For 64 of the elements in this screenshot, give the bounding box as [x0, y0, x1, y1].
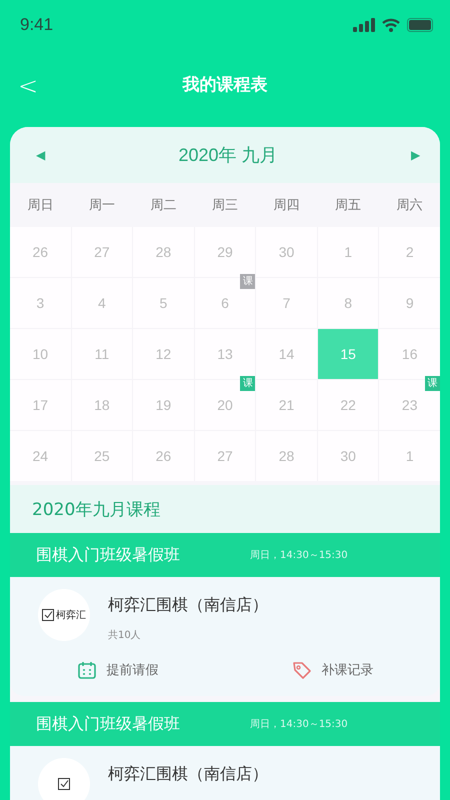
calendar-day[interactable]: 18	[72, 380, 132, 430]
page-title: 我的课程表	[182, 74, 268, 96]
class-name: 围棋入门班级暑假班	[36, 714, 180, 734]
previous-month-button[interactable]: ◀	[34, 146, 47, 164]
calendar-day[interactable]: 27	[194, 431, 256, 481]
calendar-day[interactable]: 30	[256, 227, 317, 277]
tag-icon	[292, 660, 312, 680]
calendar-day[interactable]: 27	[72, 227, 132, 277]
calendar-day[interactable]: 28	[256, 431, 317, 481]
weekday-label: 周六	[395, 197, 424, 214]
calendar-day[interactable]: 7	[256, 278, 317, 328]
calendar-day[interactable]: 19	[133, 380, 194, 430]
calendar-day[interactable]: 17	[10, 380, 71, 430]
calendar-day[interactable]: 3	[10, 278, 71, 328]
calendar-day[interactable]: 5	[133, 278, 194, 328]
course-badge: 课	[425, 376, 440, 391]
weekday-label: 周五	[334, 197, 362, 214]
calendar-day[interactable]: 1	[318, 227, 378, 277]
calendar-day[interactable]: 26	[133, 431, 194, 481]
signal-icon	[353, 18, 375, 32]
calendar-day[interactable]: 16	[379, 329, 440, 379]
calendar-day[interactable]: 25	[72, 431, 132, 481]
school-name: 柯弈汇围棋（南信店）	[108, 764, 268, 785]
weekday-label: 周一	[88, 197, 116, 214]
school-name: 柯弈汇围棋（南信店）	[108, 595, 268, 616]
calendar-day[interactable]: 30	[318, 431, 378, 481]
calendar-day[interactable]: 21	[256, 380, 317, 430]
calendar-day[interactable]: 1	[379, 431, 440, 481]
calendar-icon	[76, 660, 96, 680]
calendar-day[interactable]: 13	[194, 329, 256, 379]
status-time: 9:41	[20, 15, 54, 35]
calendar-day[interactable]: 24	[10, 431, 71, 481]
calendar-day[interactable]: 2	[379, 227, 440, 277]
weekday-label: 周日	[26, 197, 55, 214]
calendar-day[interactable]: 26	[10, 227, 71, 277]
section-title: 2020年九月课程	[32, 498, 160, 520]
course-badge: 课	[240, 274, 256, 289]
next-month-button[interactable]: ▶	[408, 146, 422, 164]
course-badge: 课	[240, 376, 256, 391]
calendar-day[interactable]: 14	[256, 329, 317, 379]
weekday-label: 周三	[210, 197, 239, 214]
calendar-day[interactable]: 22	[318, 380, 378, 430]
calendar-day[interactable]: 8	[318, 278, 378, 328]
student-count: 共10人	[108, 628, 142, 642]
class-schedule: 周日，14:30～15:30	[250, 718, 348, 731]
calendar-day[interactable]: 12	[133, 329, 194, 379]
calendar-day[interactable]: 29	[194, 227, 256, 277]
calendar-day[interactable]: 4	[72, 278, 132, 328]
weekday-label: 周四	[272, 197, 300, 214]
class-name: 围棋入门班级暑假班	[36, 544, 180, 566]
back-button[interactable]: <	[14, 70, 42, 102]
class-schedule: 周日，14:30～15:30	[250, 549, 348, 562]
logo-text: 柯弈汇	[56, 608, 86, 622]
weekday-label: 周二	[150, 197, 178, 214]
month-title: 2020年 九月	[178, 144, 278, 167]
wifi-icon	[382, 18, 400, 32]
calendar-day[interactable]: 10	[10, 329, 71, 379]
leave-request-button[interactable]: 提前请假	[74, 658, 160, 682]
calendar-day[interactable]: 11	[72, 329, 132, 379]
calendar-day[interactable]: 28	[133, 227, 194, 277]
calendar-day[interactable]: 15	[318, 329, 378, 379]
makeup-record-button[interactable]: 补课记录	[290, 658, 376, 682]
calendar-day[interactable]: 9	[379, 278, 440, 328]
battery-icon	[407, 18, 434, 32]
